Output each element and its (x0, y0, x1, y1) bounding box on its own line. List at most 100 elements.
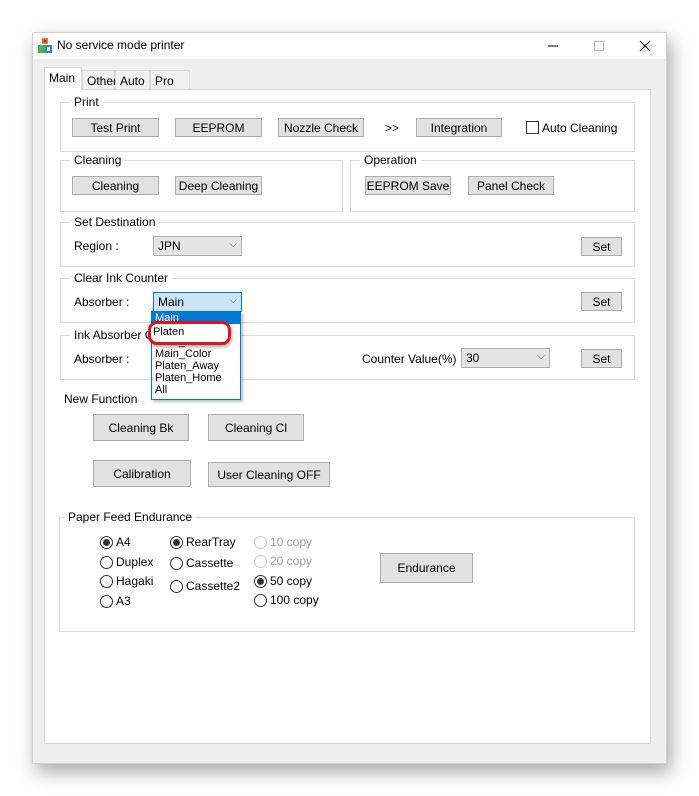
tab-other[interactable]: Other (82, 70, 117, 90)
radio-label: A4 (116, 535, 131, 549)
auto-cleaning-checkbox[interactable] (526, 121, 539, 134)
region-label: Region : (74, 239, 119, 253)
maximize-button[interactable] (576, 33, 622, 59)
counter-set-button[interactable]: Set (581, 349, 622, 368)
radio-dot (254, 593, 267, 607)
chevron-down-icon: ⌵ (229, 295, 237, 306)
radio-dot (254, 554, 267, 568)
minimize-button[interactable] (530, 33, 576, 59)
radio-10-copy[interactable]: 10 copy (254, 535, 312, 549)
radio-label: 10 copy (270, 535, 313, 549)
radio-50-copy[interactable]: 50 copy (254, 574, 312, 588)
radio-dot (100, 594, 113, 608)
radio-dot (170, 579, 183, 593)
print-group: Print Test Print EEPROM Nozzle Check >> … (60, 95, 635, 152)
deep-cleaning-button[interactable]: Deep Cleaning (175, 176, 262, 195)
eeprom-save-button[interactable]: EEPROM Save (365, 176, 451, 195)
ink-absorber-counter-group: Ink Absorber Counter Absorber : Counter … (60, 328, 635, 380)
calibration-button[interactable]: Calibration (93, 460, 191, 487)
endurance-button[interactable]: Endurance (380, 553, 473, 583)
radio-a4[interactable]: A4 (100, 535, 131, 549)
radio-a3[interactable]: A3 (100, 594, 131, 608)
radio-hagaki[interactable]: Hagaki (100, 574, 153, 588)
cleaning-button[interactable]: Cleaning (72, 176, 159, 195)
close-button[interactable] (622, 33, 668, 59)
region-select[interactable]: JPN ⌵ (153, 236, 242, 256)
dropdown-option-platen-away[interactable]: Platen_Away (152, 360, 240, 372)
cleaning-group: Cleaning Cleaning Deep Cleaning (60, 153, 343, 212)
tab-main[interactable]: Main (44, 67, 82, 90)
radio-label: Duplex (116, 555, 154, 569)
radio-label: RearTray (186, 535, 236, 549)
region-value: JPN (158, 239, 181, 253)
chevron-down-icon: ⌵ (229, 239, 237, 250)
more-arrow[interactable]: >> (385, 121, 399, 135)
counter-value-label: Counter Value(%) : (362, 352, 464, 366)
radio-label: 50 copy (270, 574, 313, 588)
nozzle-check-button[interactable]: Nozzle Check (278, 118, 364, 137)
app-icon (38, 38, 52, 53)
dropdown-option-main-color[interactable]: Main_Color (152, 348, 240, 360)
operation-group: Operation EEPROM Save Panel Check (350, 153, 635, 212)
paper-feed-endurance-group: Paper Feed Endurance A4 Duplex Hagaki A3… (59, 510, 635, 632)
radio-dot (254, 574, 267, 588)
eeprom-button[interactable]: EEPROM (175, 118, 262, 137)
auto-cleaning-label: Auto Cleaning (542, 121, 618, 135)
main-tab-panel: Print Test Print EEPROM Nozzle Check >> … (44, 89, 651, 744)
radio-cassette2[interactable]: Cassette2 (170, 579, 240, 593)
app-window: No service mode printer Main Other Auto … (32, 32, 667, 764)
test-print-button[interactable]: Test Print (72, 118, 159, 137)
radio-label: Cassette (186, 556, 234, 570)
clear-ink-counter-group: Clear Ink Counter Absorber : Main ⌵ Set (60, 271, 635, 323)
radio-20-copy[interactable]: 20 copy (254, 554, 312, 568)
dropdown-option-platen-home[interactable]: Platen_Home (152, 372, 240, 384)
absorber-select[interactable]: Main ⌵ (153, 292, 242, 312)
print-legend: Print (70, 95, 103, 109)
highlight-annotation: Platen (148, 321, 231, 345)
tab-pro[interactable]: Pro (150, 70, 190, 90)
new-function-label: New Function (64, 392, 138, 406)
integration-button[interactable]: Integration (416, 118, 502, 137)
radio-duplex[interactable]: Duplex (100, 555, 153, 569)
radio-dot (254, 535, 267, 549)
radio-100-copy[interactable]: 100 copy (254, 593, 319, 607)
minimize-icon (548, 45, 558, 47)
cleaning-bk-button[interactable]: Cleaning Bk (93, 414, 189, 441)
radio-dot (100, 535, 113, 549)
maximize-icon (594, 41, 604, 51)
radio-label: 20 copy (270, 554, 313, 568)
title-bar: No service mode printer (33, 33, 666, 59)
radio-dot (170, 556, 183, 570)
radio-dot (100, 555, 113, 569)
ink-absorber-label: Absorber : (74, 352, 130, 366)
radio-label: 100 copy (270, 593, 319, 607)
tab-auto[interactable]: Auto (115, 70, 150, 90)
cleaning-cl-button[interactable]: Cleaning Cl (208, 414, 304, 441)
set-destination-group: Set Destination Region : JPN ⌵ Set (60, 215, 635, 267)
radio-label: Cassette2 (186, 579, 241, 593)
radio-label: A3 (116, 594, 131, 608)
region-set-button[interactable]: Set (581, 237, 622, 256)
close-icon (639, 40, 651, 52)
clear-ink-counter-legend: Clear Ink Counter (70, 271, 173, 285)
dropdown-option-all[interactable]: All (152, 384, 240, 396)
clear-ink-set-button[interactable]: Set (581, 292, 622, 311)
radio-label: Hagaki (116, 574, 154, 588)
radio-reartray[interactable]: RearTray (170, 535, 236, 549)
highlighted-option-label: Platen (153, 326, 185, 338)
chevron-down-icon: ⌵ (537, 351, 545, 362)
set-destination-legend: Set Destination (70, 215, 160, 229)
radio-dot (100, 574, 113, 588)
user-cleaning-off-button[interactable]: User Cleaning OFF (208, 462, 330, 487)
cleaning-legend: Cleaning (70, 153, 126, 167)
panel-check-button[interactable]: Panel Check (468, 176, 554, 195)
absorber-value: Main (158, 295, 185, 309)
counter-value-select[interactable]: 30 ⌵ (461, 348, 550, 368)
radio-cassette[interactable]: Cassette (170, 556, 233, 570)
operation-legend: Operation (360, 153, 421, 167)
radio-dot (170, 535, 183, 549)
counter-value: 30 (466, 351, 480, 365)
absorber-label: Absorber : (74, 295, 130, 309)
window-title: No service mode printer (57, 38, 185, 52)
paper-feed-legend: Paper Feed Endurance (64, 510, 197, 524)
